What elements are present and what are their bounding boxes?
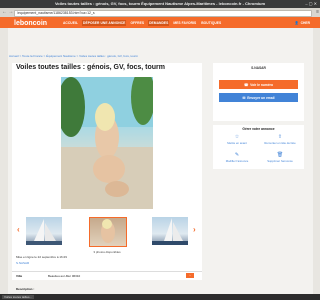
url-field[interactable]: /equipement_nautisme/1186238153.htm?ca=1… [14, 10, 312, 17]
site-logo[interactable]: leboncoin [14, 20, 47, 27]
url-text: /equipement_nautisme/1186238153.htm?ca=1… [17, 11, 95, 15]
thumbnail-3[interactable] [152, 217, 188, 245]
field-value: Beaulieu-sur-Mer 06310 [48, 274, 81, 278]
photo-count: 3 photos disponibles [93, 250, 121, 254]
prev-photo-icon[interactable]: ‹ [17, 225, 20, 234]
nav-boutiques[interactable]: BOUTIQUES [200, 20, 222, 26]
seller-name[interactable]: S.NASAR [213, 66, 304, 70]
star-icon: ☆ [234, 134, 240, 140]
sidebar: S.NASAR ☎ Voir le numéro ✉ Envoyer un em… [213, 63, 304, 169]
ad-seller-link[interactable]: S.NASAR [16, 261, 29, 265]
seller-card: S.NASAR ☎ Voir le numéro ✉ Envoyer un em… [213, 63, 304, 121]
send-email-button[interactable]: ✉ Envoyer un email [219, 93, 298, 102]
delete-ad-link[interactable]: 🗑 Supprimer l'annonce [260, 152, 300, 163]
thumbnail-1[interactable] [26, 217, 62, 245]
field-label: Ville [16, 274, 23, 278]
field-row-ville: Ville Beaulieu-sur-Mer 06310 › [12, 271, 202, 280]
ad-main-photo[interactable] [61, 77, 153, 209]
window-titlebar: Voiles toutes tailles : génois, GV, focs… [0, 0, 320, 8]
pencil-icon: ✎ [234, 152, 240, 158]
edit-ad-link[interactable]: ✎ Modifier l'annonce [217, 152, 257, 163]
nav-demandes[interactable]: DEMANDES [148, 20, 170, 26]
description-label: Description : [16, 287, 35, 291]
nav-offres[interactable]: OFFRES [129, 20, 145, 26]
map-button[interactable]: › [186, 273, 194, 278]
browser-menu-icon[interactable]: ≡ [316, 9, 319, 15]
photo-scene [61, 77, 153, 209]
main-nav: ACCUEIL DÉPOSER UNE ANNONCE OFFRES DEMAN… [62, 20, 222, 26]
next-photo-icon[interactable]: › [193, 225, 196, 234]
bump-ad-link[interactable]: ⇧ Remonter en tête de liste [260, 134, 300, 145]
account-link[interactable]: 👤 CHER [295, 21, 310, 25]
posted-date: Mise en ligne le 22 septembre à 16:29 [16, 255, 67, 259]
arrow-up-icon: ⇧ [277, 134, 283, 140]
nav-accueil[interactable]: ACCUEIL [62, 20, 79, 26]
nav-mes-favoris[interactable]: MES FAVORIS [172, 20, 197, 26]
phone-icon: ☎ [244, 82, 249, 87]
ad-title: Voiles toutes tailles : génois, GV, focs… [16, 64, 165, 71]
taskbar-item[interactable]: Voiles toutes tailles... [2, 295, 35, 299]
manage-ad-card: Gérer votre annonce ☆ Mettre en avant ⇧ … [213, 125, 304, 169]
window-controls[interactable]: – ▢ ✕ [305, 1, 317, 6]
trash-icon: 🗑 [276, 152, 284, 158]
promote-ad-link[interactable]: ☆ Mettre en avant [217, 134, 257, 145]
account-label: CHER [300, 20, 310, 25]
photo-thumbnails: ‹ › 3 photos disponibles [12, 213, 202, 254]
mail-icon: ✉ [242, 95, 246, 100]
site-header: leboncoin ACCUEIL DÉPOSER UNE ANNONCE OF… [0, 17, 320, 28]
show-phone-button[interactable]: ☎ Voir le numéro [219, 80, 298, 89]
os-taskbar: Voiles toutes tailles... [0, 294, 320, 300]
nav-deposer-annonce[interactable]: DÉPOSER UNE ANNONCE [82, 20, 127, 26]
manage-title: Gérer votre annonce [242, 127, 275, 131]
thumbnail-2[interactable] [89, 217, 127, 247]
breadcrumb[interactable]: Accueil > Toute la France > Équipement N… [9, 54, 138, 58]
window-title: Voiles toutes tailles : génois, GV, focs… [54, 1, 266, 6]
user-icon: 👤 [294, 20, 299, 25]
ad-card: Voiles toutes tailles : génois, GV, focs… [12, 63, 202, 273]
back-forward-icons[interactable]: ← → [2, 9, 13, 15]
